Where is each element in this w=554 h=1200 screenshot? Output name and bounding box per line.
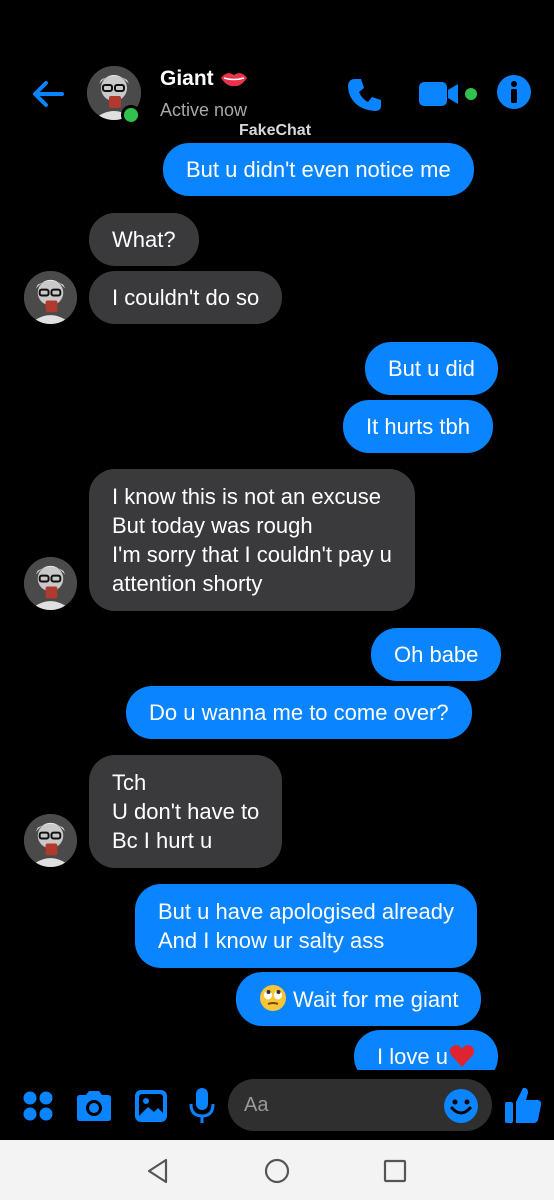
- message-text: It hurts tbh: [366, 414, 470, 439]
- info-icon[interactable]: [496, 74, 532, 110]
- message-bubble-outgoing[interactable]: Do u wanna me to come over?: [126, 686, 472, 739]
- eye-roll-emoji-icon: [260, 985, 286, 1011]
- lips-icon: [220, 73, 247, 87]
- gallery-icon[interactable]: [134, 1089, 168, 1123]
- nav-home-icon[interactable]: [264, 1158, 290, 1184]
- thumbs-up-icon[interactable]: [503, 1085, 543, 1125]
- watermark: FakeChat: [239, 122, 312, 139]
- system-nav-bar: [0, 1140, 554, 1200]
- contact-avatar-small[interactable]: [24, 814, 77, 867]
- contact-avatar-small[interactable]: [24, 271, 77, 324]
- message-text: I love u: [377, 1042, 475, 1071]
- message-text: I couldn't do so: [112, 285, 260, 310]
- message-bubble-incoming[interactable]: What?: [89, 213, 199, 266]
- message-text: But today was rough: [112, 513, 313, 538]
- red-heart-emoji-icon: [449, 1045, 475, 1067]
- phone-icon[interactable]: [346, 76, 384, 114]
- message-text: Bc I hurt u: [112, 828, 213, 853]
- contact-avatar-small[interactable]: [24, 557, 77, 610]
- message-input-placeholder: Aa: [244, 1094, 269, 1116]
- contact-name[interactable]: Giant: [160, 67, 248, 91]
- message-text: Do u wanna me to come over?: [149, 700, 449, 725]
- apps-icon[interactable]: [22, 1090, 54, 1122]
- chat-header: Giant Active now FakeChat: [0, 0, 554, 140]
- emoji-icon[interactable]: [443, 1088, 479, 1124]
- message-bubble-outgoing[interactable]: Oh babe: [371, 628, 502, 681]
- message-text: I know this is not an excuse: [112, 484, 382, 509]
- message-text: Oh babe: [394, 642, 479, 667]
- message-text: Wait for me giant: [259, 984, 458, 1014]
- microphone-icon[interactable]: [188, 1087, 216, 1125]
- back-arrow-icon[interactable]: [28, 74, 68, 114]
- message-bubble-outgoing[interactable]: But u did: [365, 342, 498, 395]
- message-text: And I know ur salty ass: [158, 928, 385, 953]
- nav-recents-icon[interactable]: [383, 1159, 407, 1183]
- message-text: But u didn't even notice me: [186, 157, 451, 182]
- nav-back-icon[interactable]: [146, 1158, 170, 1184]
- message-bubble-outgoing[interactable]: It hurts tbh: [343, 400, 493, 453]
- message-text: But u have apologised already: [158, 899, 454, 924]
- message-text: I'm sorry that I couldn't pay u: [112, 542, 392, 567]
- camera-icon[interactable]: [75, 1090, 113, 1122]
- contact-status: Active now: [160, 100, 248, 120]
- message-bubble-incoming[interactable]: I know this is not an excuse But today w…: [89, 469, 415, 611]
- message-text: Tch: [112, 770, 147, 795]
- message-bubble-outgoing[interactable]: Wait for me giant: [236, 972, 482, 1026]
- message-bubble-outgoing[interactable]: But u have apologised already And I know…: [135, 884, 477, 968]
- message-text: U don't have to: [112, 799, 260, 824]
- message-bubble-incoming[interactable]: I couldn't do so: [89, 271, 283, 324]
- message-text: But u did: [388, 356, 475, 381]
- message-text: What?: [112, 227, 176, 252]
- message-bubble-incoming[interactable]: Tch U don't have to Bc I hurt u: [89, 755, 283, 868]
- video-camera-icon[interactable]: [418, 78, 482, 110]
- message-text: attention shorty: [112, 571, 263, 596]
- message-bubble-outgoing[interactable]: But u didn't even notice me: [163, 143, 474, 196]
- online-indicator: [121, 105, 141, 125]
